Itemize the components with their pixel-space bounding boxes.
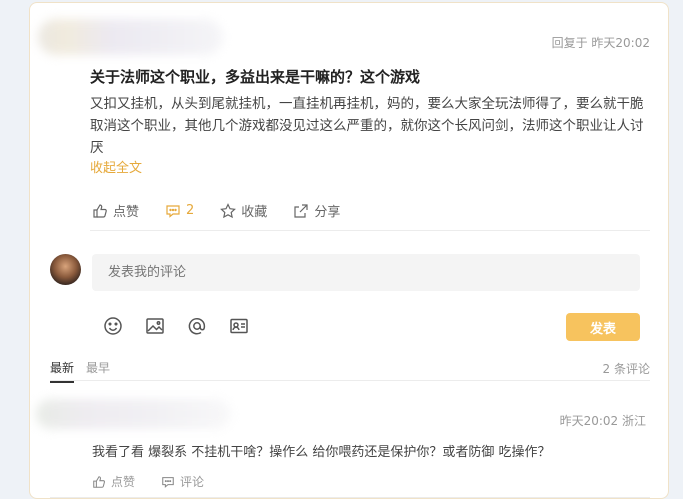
comment-text: 我看了看 爆裂系 不挂机干啥？操作么 给你喂药还是保护你？或者防御 吃操作？ <box>92 445 551 460</box>
post-card: 回复于 昨天20:02 关于法师这个职业，多益出来是干嘛的？这个游戏 又扣又挂机… <box>29 2 669 499</box>
comment-icon <box>166 204 180 218</box>
card-icon[interactable] <box>228 315 250 337</box>
comment-count-label: 2 条评论 <box>602 362 650 376</box>
sort-divider <box>50 380 650 381</box>
like-button[interactable]: 点赞 <box>92 201 139 220</box>
mention-icon[interactable] <box>186 315 208 337</box>
comment-meta: 昨天20:02 浙江 <box>559 414 646 428</box>
comment-like-label: 点赞 <box>111 475 136 489</box>
comment-icon <box>162 476 174 488</box>
favorite-button[interactable]: 收藏 <box>220 201 267 220</box>
collapse-link[interactable]: 收起全文 <box>90 157 142 176</box>
share-icon <box>294 203 308 218</box>
comment-like-button[interactable]: 点赞 <box>92 473 135 490</box>
share-label: 分享 <box>314 205 341 220</box>
comment-reply-button[interactable]: 评论 <box>161 473 204 490</box>
submit-button[interactable]: 发表 <box>566 313 640 341</box>
actions-divider <box>90 230 650 231</box>
thumbs-up-icon <box>93 475 105 488</box>
favorite-label: 收藏 <box>241 205 268 220</box>
bottom-divider <box>50 497 650 498</box>
comment-reply-label: 评论 <box>180 475 205 489</box>
image-icon[interactable] <box>144 315 166 337</box>
post-body: 又扣又挂机，从头到尾就挂机，一直挂机再挂机，妈的，要么大家全玩法师得了，要么就干… <box>90 96 644 156</box>
thumbs-up-icon <box>93 203 107 218</box>
composer-tools <box>102 315 270 337</box>
post-title[interactable]: 关于法师这个职业，多益出来是干嘛的？这个游戏 <box>90 66 420 87</box>
author-info-blurred <box>38 19 223 55</box>
comment-actions: 点赞 评论 <box>92 473 230 490</box>
comment-count: 2 <box>186 203 195 218</box>
avatar <box>50 254 81 285</box>
comment-input[interactable] <box>92 254 640 291</box>
emoji-icon[interactable] <box>102 315 124 337</box>
reply-meta: 回复于 昨天20:02 <box>551 36 650 50</box>
post-actions: 点赞 2 收藏 分享 <box>92 201 366 220</box>
commenter-info-blurred <box>36 399 231 429</box>
star-icon <box>220 202 237 218</box>
comment-button[interactable]: 2 <box>165 203 194 219</box>
share-button[interactable]: 分享 <box>293 201 340 220</box>
like-label: 点赞 <box>113 205 140 220</box>
